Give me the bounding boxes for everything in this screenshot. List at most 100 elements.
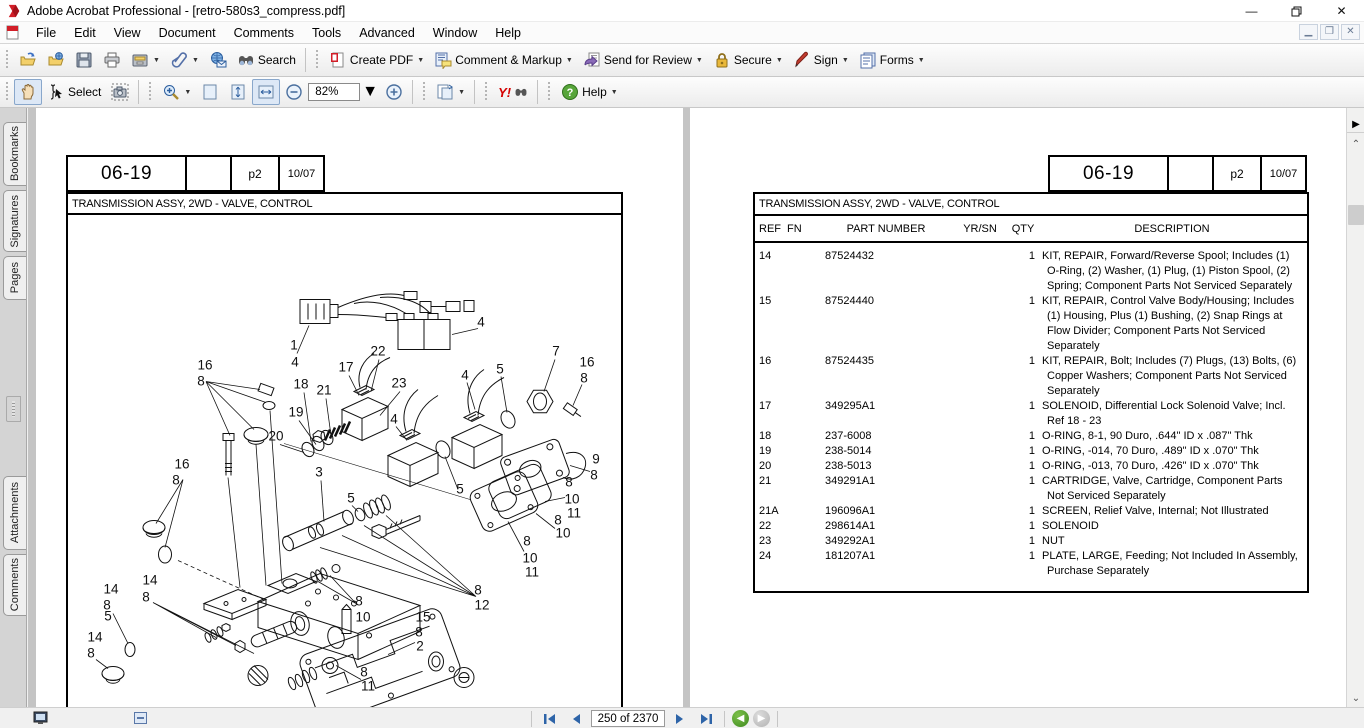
scroll-up-icon[interactable]: ⌃ [1347,136,1364,153]
menu-view[interactable]: View [105,24,150,42]
menu-edit[interactable]: Edit [65,24,105,42]
yahoo-label: Y! [498,85,511,100]
last-page-button[interactable] [695,710,717,727]
menu-help[interactable]: Help [486,24,530,42]
zoom-in-button[interactable] [380,79,408,105]
close-button[interactable]: ✕ [1319,0,1364,22]
select-icon [47,83,65,101]
doc-minimize-button[interactable]: ▁ [1299,24,1318,40]
vertical-scrollbar[interactable]: ▶ ⌃ ⌄ [1346,108,1364,707]
toolbar-grip[interactable] [5,50,9,70]
status-bar: ◀ ▶ [0,707,1364,728]
minimize-button[interactable]: — [1229,0,1274,22]
hand-icon [19,83,37,101]
actual-size-button[interactable] [196,79,224,105]
select-label: Select [68,85,101,99]
svg-text:11: 11 [525,565,539,580]
first-page-button[interactable] [539,710,561,727]
open-button[interactable] [14,47,42,73]
menu-file[interactable]: File [27,24,65,42]
toolbar-grip[interactable] [315,50,319,70]
page-layout-mode-icon[interactable] [133,711,148,725]
show-pane-button[interactable]: ▶ [1347,116,1364,133]
select-tool-button[interactable]: Select [42,79,106,105]
svg-text:14: 14 [87,630,103,645]
menu-advanced[interactable]: Advanced [350,24,424,42]
organizer-icon [131,51,149,69]
organizer-button[interactable]: ▼ [126,47,165,73]
doc-close-button[interactable]: ✕ [1341,24,1360,40]
fit-width-button[interactable] [252,79,280,105]
title-bar: Adobe Acrobat Professional - [retro-580s… [0,0,1364,22]
svg-text:8: 8 [87,646,95,661]
search-button[interactable]: Search [232,47,301,73]
screen-mode-icon[interactable] [33,711,48,725]
secure-button[interactable]: Secure ▼ [708,47,788,73]
dropdown-arrow-icon: ▼ [566,57,573,64]
scrollbar-thumb[interactable] [1348,205,1364,225]
document-area[interactable]: 06-19 p2 10/07 TRANSMISSION ASSY, 2WD - … [28,108,1346,707]
print-icon [103,51,121,69]
menu-window[interactable]: Window [424,24,486,42]
previous-page-button[interactable] [565,710,587,727]
table-title: TRANSMISSION ASSY, 2WD - VALVE, CONTROL [753,192,1309,216]
snapshot-button[interactable] [106,79,134,105]
menu-document[interactable]: Document [150,24,225,42]
previous-view-button[interactable]: ◀ [732,710,749,727]
search-icon [237,51,255,69]
toolbar-grip[interactable] [484,82,488,102]
acrobat-app-icon [7,4,21,18]
table-row: 21A196096A11SCREEN, Relief Valve, Intern… [755,504,1307,519]
svg-text:10: 10 [355,610,370,625]
svg-text:8: 8 [523,534,531,549]
attach-button[interactable]: ▼ [165,47,204,73]
next-view-button[interactable]: ▶ [753,710,770,727]
col-yrsn: YR/SN [951,223,1009,235]
pane-resize-grip[interactable] [6,396,21,422]
yahoo-search-button[interactable]: Y! [493,81,533,104]
tab-attachments[interactable]: Attachments [3,476,26,550]
page-layout-button[interactable]: ▼ [431,79,470,105]
page-code: p2 [232,155,280,192]
save-button[interactable] [70,47,98,73]
svg-text:3: 3 [315,465,323,480]
tab-bookmarks[interactable]: Bookmarks [3,122,26,186]
restore-button[interactable] [1274,0,1319,22]
email-button[interactable] [204,47,232,73]
hand-tool-button[interactable] [14,79,42,105]
table-header-row: REF FN PART NUMBER YR/SN QTY DESCRIPTION [753,216,1309,243]
svg-text:8: 8 [590,468,598,483]
tab-signatures[interactable]: Signatures [3,190,26,252]
acrobat-window: Adobe Acrobat Professional - [retro-580s… [0,0,1364,728]
menu-tools[interactable]: Tools [303,24,350,42]
open-web-button[interactable] [42,47,70,73]
tab-comments[interactable]: Comments [3,554,26,616]
page-number-input[interactable] [591,710,665,727]
comment-markup-button[interactable]: Comment & Markup ▼ [429,47,578,73]
parts-table: TRANSMISSION ASSY, 2WD - VALVE, CONTROL … [753,192,1309,593]
toolbar-grip[interactable] [5,82,9,102]
zoom-dropdown-arrow-icon[interactable]: ▼ [362,83,378,101]
svg-text:8: 8 [415,625,423,640]
zoom-out-button[interactable] [280,79,308,105]
next-page-button[interactable] [669,710,691,727]
statusbar-separator [531,711,532,727]
print-button[interactable] [98,47,126,73]
help-button[interactable]: ? Help ▼ [556,79,623,105]
toolbar-grip[interactable] [422,82,426,102]
toolbar-grip[interactable] [547,82,551,102]
toolbar-grip[interactable] [148,82,152,102]
create-pdf-button[interactable]: Create PDF ▼ [324,47,429,73]
tab-pages[interactable]: Pages [3,256,26,300]
doc-restore-button[interactable]: ❐ [1320,24,1339,40]
first-page-icon [543,713,557,725]
zoom-in-tool-button[interactable]: ▼ [157,79,196,105]
svg-text:8: 8 [355,594,363,609]
sign-button[interactable]: Sign ▼ [788,47,854,73]
zoom-level-input[interactable] [308,83,360,101]
scroll-down-icon[interactable]: ⌄ [1347,690,1364,707]
fit-page-button[interactable] [224,79,252,105]
send-for-review-button[interactable]: Send for Review ▼ [578,47,708,73]
forms-button[interactable]: Forms ▼ [854,47,930,73]
menu-comments[interactable]: Comments [225,24,303,42]
